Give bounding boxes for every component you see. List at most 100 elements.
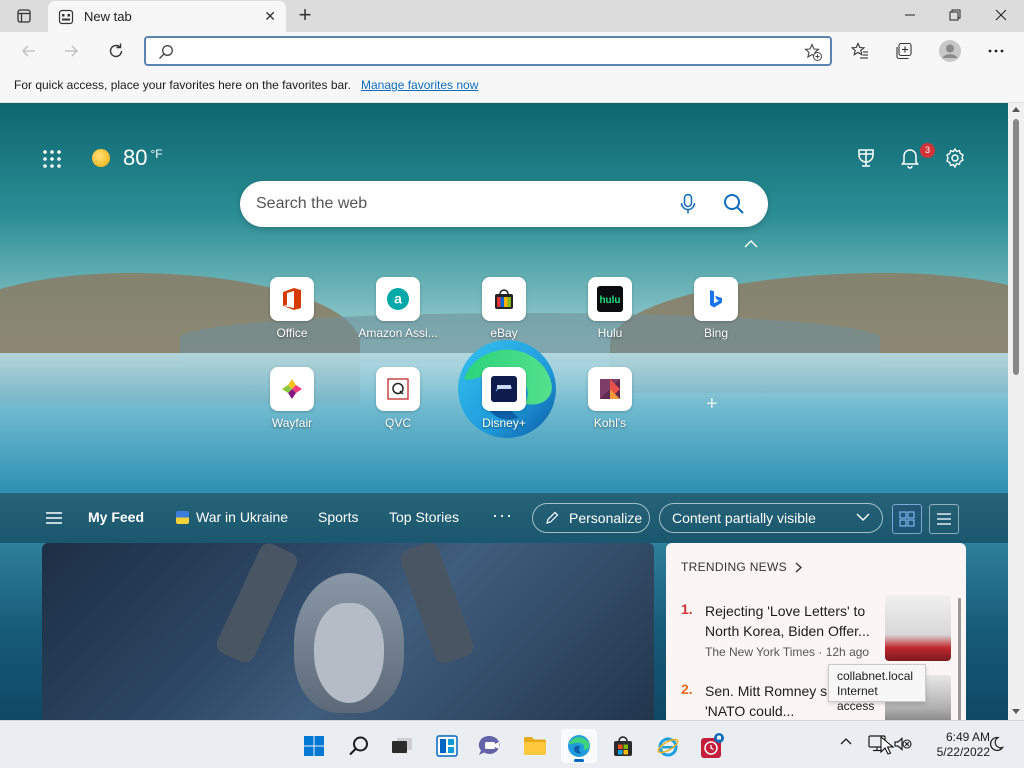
volume-muted-icon[interactable] bbox=[894, 737, 912, 751]
new-tab-button[interactable]: + bbox=[292, 4, 318, 27]
sunny-icon bbox=[92, 149, 110, 167]
alarm-app-button[interactable] bbox=[694, 729, 730, 763]
quick-link-label: Wayfair bbox=[271, 416, 313, 430]
refresh-button[interactable] bbox=[101, 36, 131, 66]
quick-link-amazon[interactable]: a Amazon Assi... bbox=[358, 277, 438, 340]
feed-navigation-bar: My Feed War in Ukraine Sports Top Storie… bbox=[0, 493, 1008, 543]
quick-link-kohls[interactable]: Kohl's bbox=[570, 367, 650, 430]
weather-widget[interactable]: 80 °F bbox=[92, 143, 163, 173]
quick-link-disney[interactable]: Disney+ bbox=[464, 367, 544, 430]
content-visibility-dropdown[interactable]: Content partially visible bbox=[659, 503, 883, 533]
internet-explorer-button[interactable] bbox=[650, 729, 686, 763]
file-explorer-button[interactable] bbox=[517, 729, 553, 763]
news-rank: 2. bbox=[681, 681, 693, 697]
chevron-up-icon[interactable] bbox=[840, 737, 852, 745]
quick-link-ebay[interactable]: eBay bbox=[464, 277, 544, 340]
more-icon bbox=[988, 49, 1004, 53]
scroll-down-arrow-icon[interactable] bbox=[1012, 709, 1020, 714]
quick-link-bing[interactable]: Bing bbox=[676, 277, 756, 340]
page-scrollbar[interactable] bbox=[1008, 103, 1024, 720]
add-site-button[interactable]: + bbox=[706, 393, 718, 416]
hero-story-card[interactable] bbox=[42, 543, 654, 720]
scroll-up-arrow-icon[interactable] bbox=[1012, 107, 1020, 112]
restore-button[interactable] bbox=[932, 0, 978, 30]
tab-actions-button[interactable] bbox=[8, 6, 40, 26]
close-window-button[interactable] bbox=[978, 0, 1024, 30]
task-view-button[interactable] bbox=[384, 729, 420, 763]
back-arrow-icon bbox=[22, 45, 35, 57]
hero-image-part bbox=[314, 603, 384, 703]
tab-new-tab[interactable]: New tab ✕ bbox=[48, 1, 286, 32]
settings-menu-button[interactable] bbox=[981, 36, 1011, 66]
quick-link-qvc[interactable]: QVC bbox=[358, 367, 438, 430]
feed-nav-top-stories[interactable]: Top Stories bbox=[389, 509, 459, 525]
new-tab-page: 80 °F 3 Office a Amazon Assi... bbox=[0, 103, 1008, 720]
office-icon bbox=[283, 288, 301, 310]
widgets-button[interactable] bbox=[429, 729, 465, 763]
clock-time: 6:49 AM bbox=[945, 730, 990, 744]
hamburger-menu-icon[interactable] bbox=[45, 511, 63, 525]
news-source: The New York Times · 12h ago bbox=[705, 645, 870, 659]
pencil-icon bbox=[546, 511, 559, 524]
collections-button[interactable] bbox=[889, 36, 919, 66]
start-button[interactable] bbox=[296, 729, 332, 763]
chevron-down-icon bbox=[856, 513, 870, 521]
add-favorite-icon[interactable] bbox=[804, 43, 822, 61]
teams-chat-button[interactable] bbox=[472, 729, 508, 763]
trending-news-title[interactable]: TRENDING NEWS bbox=[681, 560, 802, 574]
minimize-button[interactable] bbox=[887, 0, 933, 30]
web-search-input[interactable] bbox=[256, 193, 656, 215]
address-input[interactable] bbox=[180, 41, 780, 61]
windows-taskbar: 6:49 AM 5/22/2022 bbox=[0, 720, 1024, 768]
hero-image-part bbox=[213, 543, 301, 666]
collapse-chevron-icon[interactable] bbox=[744, 240, 758, 248]
feed-nav-my-feed[interactable]: My Feed bbox=[88, 509, 144, 525]
profile-button[interactable] bbox=[935, 36, 965, 66]
quick-link-office[interactable]: Office bbox=[252, 277, 332, 340]
quick-link-hulu[interactable]: hulu Hulu bbox=[570, 277, 650, 340]
task-view-icon bbox=[392, 738, 412, 753]
feed-nav-sports[interactable]: Sports bbox=[318, 509, 358, 525]
edge-taskbar-button[interactable] bbox=[561, 729, 597, 763]
back-button[interactable] bbox=[14, 36, 44, 66]
notifications-bell-icon[interactable] bbox=[899, 147, 921, 169]
microphone-icon[interactable] bbox=[678, 193, 698, 215]
forward-button[interactable] bbox=[56, 36, 86, 66]
grid-layout-button[interactable] bbox=[892, 504, 922, 534]
tab-close-button[interactable]: ✕ bbox=[264, 9, 276, 23]
feed-nav-more[interactable]: ··· bbox=[492, 505, 513, 526]
grid-view-icon bbox=[899, 511, 915, 527]
scrollbar-thumb[interactable] bbox=[1013, 119, 1019, 375]
wayfair-icon bbox=[282, 379, 302, 399]
manage-favorites-link[interactable]: Manage favorites now bbox=[361, 78, 478, 92]
list-layout-button[interactable] bbox=[929, 504, 959, 534]
quick-link-wayfair[interactable]: Wayfair bbox=[252, 367, 332, 430]
feed-nav-label: War in Ukraine bbox=[196, 509, 289, 525]
trending-scrollbar[interactable] bbox=[958, 598, 961, 720]
chevron-right-icon bbox=[795, 561, 802, 573]
ebay-icon bbox=[495, 289, 513, 309]
rewards-icon[interactable] bbox=[855, 147, 877, 169]
feed-nav-war-in-ukraine[interactable]: War in Ukraine bbox=[176, 509, 288, 525]
clock-date: 5/22/2022 bbox=[936, 745, 990, 759]
search-icon[interactable] bbox=[722, 192, 746, 216]
tab-title: New tab bbox=[84, 9, 132, 24]
quick-link-label: Hulu bbox=[597, 326, 623, 340]
quick-link-label: Bing bbox=[703, 326, 729, 340]
apps-launcher-icon[interactable] bbox=[40, 147, 64, 171]
taskbar-search-button[interactable] bbox=[341, 729, 377, 763]
web-search-box[interactable] bbox=[240, 181, 768, 227]
address-bar[interactable] bbox=[144, 36, 832, 66]
quick-link-label: QVC bbox=[384, 416, 411, 430]
store-button[interactable] bbox=[605, 729, 641, 763]
personalize-button[interactable]: Personalize bbox=[532, 503, 650, 533]
kohls-icon bbox=[600, 379, 620, 399]
content-visibility-value: Content partially visible bbox=[672, 510, 816, 526]
hulu-icon: hulu bbox=[597, 286, 623, 312]
gear-icon[interactable] bbox=[944, 147, 966, 169]
favorites-button[interactable] bbox=[845, 36, 875, 66]
system-clock[interactable]: 6:49 AM 5/22/2022 bbox=[918, 730, 990, 760]
focus-assist-moon-icon[interactable] bbox=[988, 736, 1004, 752]
quick-link-label: Kohl's bbox=[593, 416, 627, 430]
hero-image-part bbox=[397, 543, 477, 667]
